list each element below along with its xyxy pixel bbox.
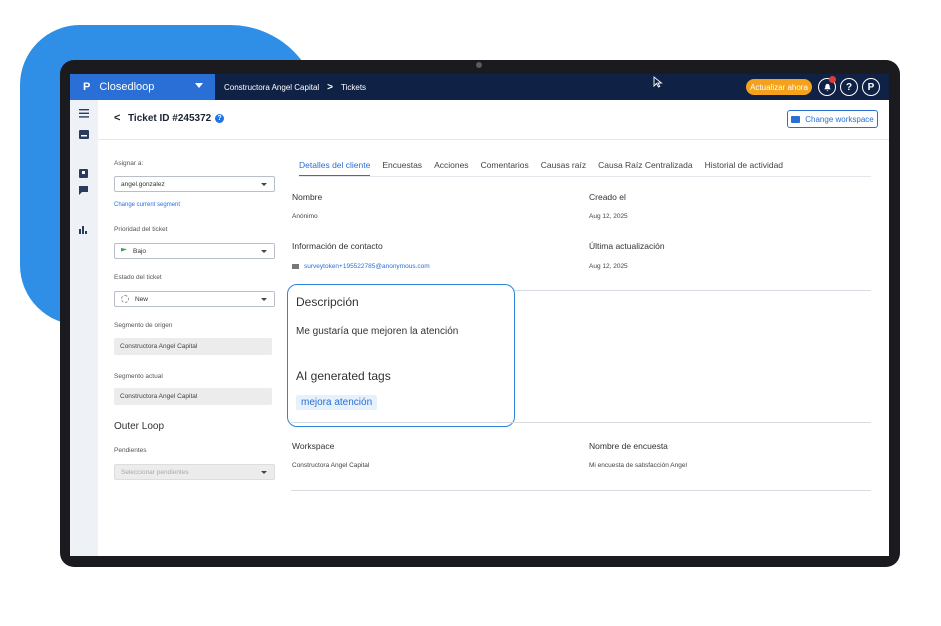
chevron-down-icon xyxy=(261,250,267,253)
loading-icon xyxy=(121,295,129,303)
pending-label: Pendientes xyxy=(114,447,147,454)
ai-tags-label: AI generated tags xyxy=(296,369,391,383)
pending-placeholder: Seleccionar pendientes xyxy=(121,468,189,476)
inbox-icon[interactable] xyxy=(79,130,89,139)
org-name: Closedloop xyxy=(99,81,155,93)
brand-logo-icon[interactable]: P xyxy=(862,78,880,96)
camera-dot xyxy=(476,62,482,68)
chevron-down-icon xyxy=(195,83,203,88)
change-workspace-button[interactable]: Change workspace xyxy=(787,110,878,128)
envelope-icon xyxy=(292,264,299,269)
tab-encuestas[interactable]: Encuestas xyxy=(382,160,422,176)
ai-tag[interactable]: mejora atención xyxy=(296,395,378,410)
chat-icon[interactable] xyxy=(79,186,89,195)
workspace-label: Workspace xyxy=(292,441,335,451)
change-segment-link[interactable]: Change current segment xyxy=(114,202,180,208)
breadcrumb-workspace[interactable]: Constructora Angel Capital xyxy=(224,83,319,92)
tab-causas-raiz[interactable]: Causas raíz xyxy=(541,160,586,176)
chevron-down-icon xyxy=(261,298,267,301)
name-value: Anónimo xyxy=(292,213,318,220)
chevron-down-icon xyxy=(261,471,267,474)
detail-tabs: Detalles del cliente Encuestas Acciones … xyxy=(299,160,871,177)
tab-detalles-cliente[interactable]: Detalles del cliente xyxy=(299,160,371,176)
upgrade-button[interactable]: Actualizar ahora xyxy=(746,79,812,95)
ticket-icon[interactable] xyxy=(79,169,89,178)
page-header: < Ticket ID #245372 ? Change workspace xyxy=(98,100,889,140)
divider xyxy=(291,422,871,423)
folder-icon xyxy=(791,115,801,123)
tab-causa-raiz-centralizada[interactable]: Causa Raíz Centralizada xyxy=(598,160,693,176)
priority-value: Bajo xyxy=(133,247,147,255)
workspace-value: Constructora Angel Capital xyxy=(292,462,370,469)
chevron-down-icon xyxy=(261,183,267,186)
breadcrumb-separator: > xyxy=(327,81,334,93)
status-label: Estado del ticket xyxy=(114,274,162,281)
assign-label: Asignar a: xyxy=(114,160,144,167)
left-rail xyxy=(70,100,98,556)
tab-comentarios[interactable]: Comentarios xyxy=(481,160,529,176)
priority-label: Prioridad del ticket xyxy=(114,226,168,233)
status-select[interactable]: New xyxy=(114,291,275,307)
breadcrumb: Constructora Angel Capital > Tickets xyxy=(224,74,366,100)
back-button[interactable]: < xyxy=(114,112,120,124)
current-segment-label: Segmento actual xyxy=(114,373,163,380)
divider xyxy=(291,490,871,491)
pending-select[interactable]: Seleccionar pendientes xyxy=(114,464,275,480)
description-value: Me gustaría que mejoren la atención xyxy=(296,326,459,337)
created-value: Aug 12, 2025 xyxy=(589,213,628,220)
assign-value: angel.gonzalez xyxy=(121,180,165,188)
assign-select[interactable]: angel.gonzalez xyxy=(114,176,275,192)
created-label: Creado el xyxy=(589,192,626,202)
tab-historial[interactable]: Historial de actividad xyxy=(705,160,783,176)
cursor-icon xyxy=(653,76,663,88)
contact-email-link[interactable]: surveytoken+195522785@anonymous.com xyxy=(292,263,430,270)
tab-acciones[interactable]: Acciones xyxy=(434,160,469,176)
page-title: Ticket ID #245372 xyxy=(128,113,212,124)
survey-value: Mi encuesta de satisfacción Angel xyxy=(589,462,687,469)
breadcrumb-tickets[interactable]: Tickets xyxy=(341,83,366,92)
contact-label: Información de contacto xyxy=(292,241,383,251)
help-icon[interactable]: ? xyxy=(840,78,858,96)
survey-label: Nombre de encuesta xyxy=(589,441,668,451)
notification-badge xyxy=(829,76,836,83)
name-label: Nombre xyxy=(292,192,323,202)
contact-value: surveytoken+195522785@anonymous.com xyxy=(304,263,430,270)
info-icon[interactable]: ? xyxy=(215,114,224,123)
updated-value: Aug 12, 2025 xyxy=(589,263,628,270)
description-label: Descripción xyxy=(296,295,359,309)
logo-icon: P xyxy=(83,81,91,93)
updated-label: Última actualización xyxy=(589,241,665,251)
outer-loop-title: Outer Loop xyxy=(114,421,165,432)
priority-select[interactable]: Bajo xyxy=(114,243,275,259)
chart-icon[interactable] xyxy=(79,225,89,234)
menu-icon[interactable] xyxy=(79,109,89,118)
flag-icon xyxy=(121,248,127,252)
app-screen: P Closedloop Constructora Angel Capital … xyxy=(70,74,889,556)
current-segment-value: Constructora Angel Capital xyxy=(114,388,272,405)
change-workspace-label: Change workspace xyxy=(805,114,874,124)
org-selector[interactable]: P Closedloop xyxy=(70,74,215,100)
top-navbar: P Closedloop Constructora Angel Capital … xyxy=(70,74,889,100)
origin-segment-label: Segmento de origen xyxy=(114,322,173,329)
origin-segment-value: Constructora Angel Capital xyxy=(114,338,272,355)
status-value: New xyxy=(135,295,149,303)
